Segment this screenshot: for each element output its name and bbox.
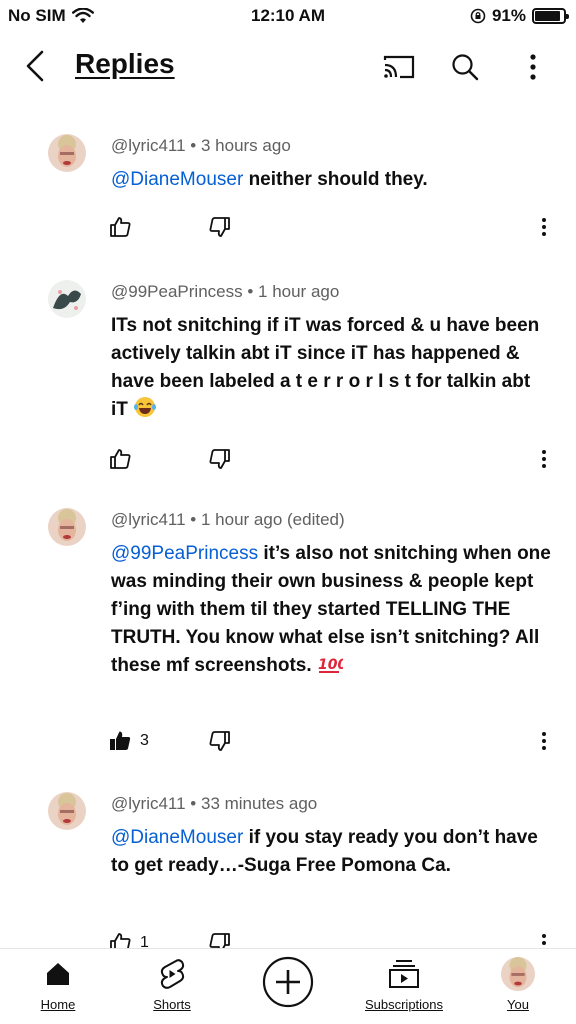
like-count: 3 [140,732,149,749]
svg-text:100: 100 [318,657,343,673]
home-icon [47,963,69,985]
reply-text: @DianeMouser if you stay ready you don’t… [111,824,551,880]
page-title: Replies [75,48,175,79]
bottom-navigation: Home Shorts Subscriptions You [0,948,576,1024]
battery-percent: 91% [491,6,526,25]
orientation-lock-icon [470,8,486,24]
author-name[interactable]: @lyric411 [111,510,186,529]
add-icon [262,956,314,1008]
reply-time: 1 hour ago (edited) [200,510,345,529]
nav-subscriptions-label: Subscriptions [364,997,444,1012]
reply-actions [108,212,568,242]
user-avatar-icon [500,956,536,992]
thumbs-down-icon [209,731,230,751]
reply-meta: @99PeaPrincess • 1 hour ago [111,282,340,301]
reply-time: 1 hour ago [258,282,340,301]
avatar[interactable] [48,508,86,546]
nav-you[interactable]: You [468,956,568,1012]
nav-shorts[interactable]: Shorts [122,957,222,1012]
mention-link[interactable]: @DianeMouser [111,827,243,848]
reply-meta: @lyric411 • 3 hours ago [111,136,291,155]
more-vertical-icon [542,450,546,468]
thumbs-up-icon [110,217,131,237]
reply-meta: @lyric411 • 1 hour ago (edited) [111,510,345,529]
avatar[interactable] [48,280,86,318]
reply-time: 3 hours ago [200,136,291,155]
thumbs-down-icon [209,449,230,469]
author-name[interactable]: @99PeaPrincess [111,282,243,301]
reply-text: @99PeaPrincess it’s also not snitching w… [111,540,551,680]
reply-text-content: neither should they. [243,169,428,190]
nav-you-label: You [507,997,529,1012]
replies-list[interactable]: @lyric411 • 3 hours ago @DianeMouser nei… [0,118,576,948]
reply-more-button[interactable] [534,726,554,756]
back-button[interactable] [20,46,54,86]
reply-more-button[interactable] [534,212,554,242]
battery-icon [532,8,569,24]
more-vertical-icon [542,218,546,236]
reply-meta: @lyric411 • 33 minutes ago [111,794,318,813]
reply-more-button[interactable] [534,928,554,948]
hundred-points-emoji-icon: 100 [318,657,343,673]
thumbs-down-icon [209,933,230,948]
cast-icon [383,55,415,79]
search-button[interactable] [446,48,484,86]
status-right: 91% [470,6,569,26]
reply-text-content: ITs not snitching if iT was forced & u h… [111,315,540,420]
reply-text: ITs not snitching if iT was forced & u h… [111,312,551,424]
like-count: 1 [140,934,149,948]
author-name[interactable]: @lyric411 [111,136,186,155]
nav-subscriptions[interactable]: Subscriptions [352,957,456,1012]
search-icon [452,54,479,81]
more-options-button[interactable] [514,48,552,86]
status-bar: No SIM 12:10 AM 91% [0,0,576,34]
dislike-button[interactable] [208,444,232,474]
reply-actions: 1 [108,928,568,948]
thumbs-up-icon [110,933,131,948]
author-name[interactable]: @lyric411 [111,794,186,813]
mention-link[interactable]: @DianeMouser [111,169,243,190]
more-vertical-icon [530,54,536,80]
thumbs-down-icon [209,217,230,237]
thumbs-up-icon [110,449,131,469]
reply-actions: 3 [108,726,568,756]
reply-text: @DianeMouser neither should they. [111,166,551,194]
nav-home[interactable]: Home [8,957,108,1012]
laughing-emoji-icon [134,397,157,417]
avatar[interactable] [48,792,86,830]
nav-shorts-label: Shorts [153,997,191,1012]
thumbs-up-filled-icon [110,731,131,750]
subscriptions-icon [389,960,419,988]
dislike-button[interactable] [208,928,232,948]
more-vertical-icon [542,934,546,945]
chevron-left-icon [26,50,44,82]
header: Replies [0,40,576,94]
dislike-button[interactable] [208,726,232,756]
dislike-button[interactable] [208,212,232,242]
mention-link[interactable]: @99PeaPrincess [111,543,258,564]
avatar[interactable] [48,134,86,172]
cast-button[interactable] [380,48,418,86]
shorts-icon [160,959,185,989]
reply-more-button[interactable] [534,444,554,474]
create-button[interactable] [238,956,338,1008]
nav-home-label: Home [40,997,76,1012]
like-button[interactable]: 3 [108,726,149,756]
reply-actions [108,444,568,474]
like-button[interactable]: 1 [108,928,149,948]
battery-fill [535,11,561,21]
more-vertical-icon [542,732,546,750]
like-button[interactable] [108,212,132,242]
reply-time: 33 minutes ago [200,794,318,813]
like-button[interactable] [108,444,132,474]
